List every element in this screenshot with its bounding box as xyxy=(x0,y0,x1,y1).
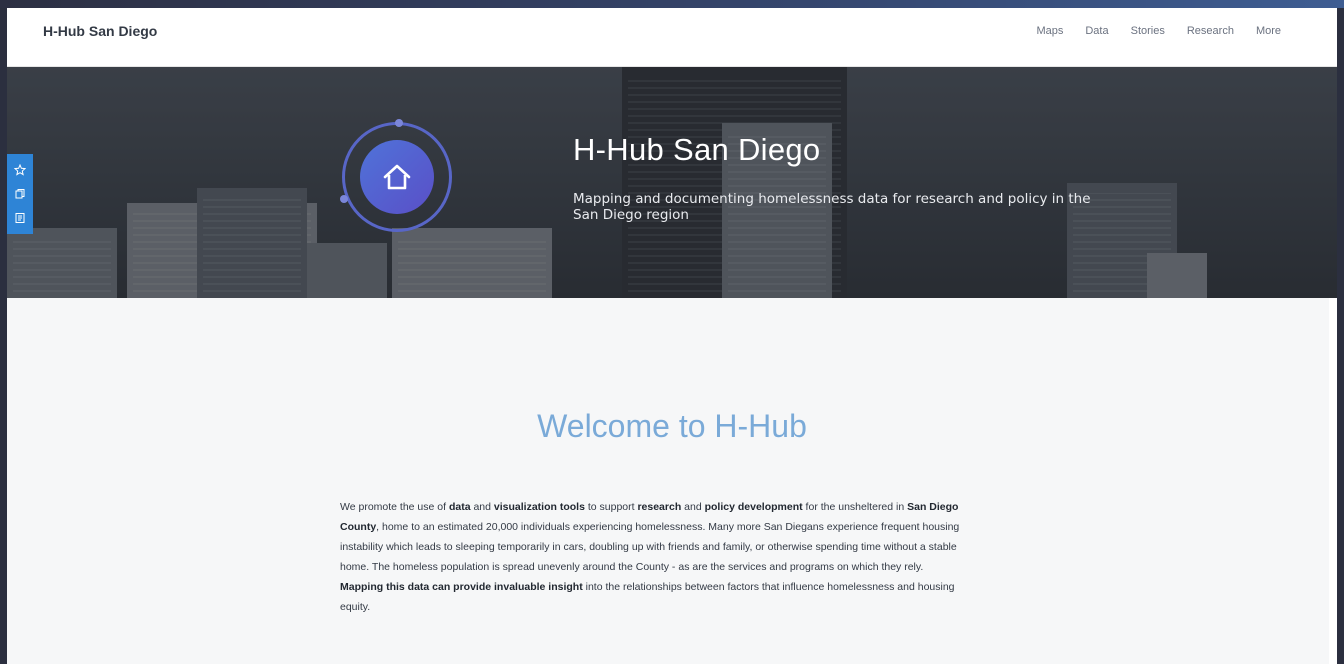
hero-subtitle: Mapping and documenting homelessness dat… xyxy=(573,191,1091,223)
nav-research[interactable]: Research xyxy=(1187,25,1234,37)
welcome-text: and xyxy=(470,501,494,513)
welcome-text: to support xyxy=(584,501,638,513)
welcome-text: , home to an estimated 20,000 individual… xyxy=(340,521,960,573)
hero-overlay xyxy=(7,67,1337,298)
logo-circle xyxy=(360,140,434,214)
navbar: H-Hub San Diego Maps Data Stories Resear… xyxy=(7,8,1337,67)
hero-title: H-Hub San Diego xyxy=(573,132,821,167)
nav-links: Maps Data Stories Research More xyxy=(1036,25,1281,37)
hero-banner: H-Hub San Diego Mapping and documenting … xyxy=(7,67,1337,298)
welcome-heading: Welcome to H-Hub xyxy=(537,408,807,444)
brand-logo-text[interactable]: H-Hub San Diego xyxy=(43,23,157,39)
welcome-emphasis: Mapping this data can provide invaluable… xyxy=(340,581,583,593)
copy-icon[interactable] xyxy=(13,187,27,201)
welcome-emphasis: data xyxy=(448,501,471,513)
logo-orbit-dot xyxy=(395,119,403,127)
hhub-logo xyxy=(340,119,452,232)
welcome-emphasis: visualization tools xyxy=(493,501,585,513)
welcome-text: for the unsheltered in xyxy=(802,501,908,513)
nav-data[interactable]: Data xyxy=(1085,25,1108,37)
star-icon[interactable] xyxy=(13,163,27,177)
welcome-emphasis: policy development xyxy=(704,501,803,513)
welcome-text: and xyxy=(681,501,705,513)
window-frame-top xyxy=(0,0,1344,8)
nav-maps[interactable]: Maps xyxy=(1036,25,1063,37)
document-icon[interactable] xyxy=(13,211,27,225)
nav-more[interactable]: More xyxy=(1256,25,1281,37)
home-icon xyxy=(383,164,411,190)
nav-stories[interactable]: Stories xyxy=(1131,25,1165,37)
logo-orbit-dot xyxy=(340,195,348,203)
welcome-emphasis: research xyxy=(637,501,682,513)
side-toolbar xyxy=(7,154,33,234)
welcome-text: We promote the use of xyxy=(340,501,449,513)
welcome-section: Welcome to H-Hub We promote the use of d… xyxy=(7,298,1329,664)
welcome-paragraph: We promote the use of data and visualiza… xyxy=(340,497,960,617)
page: H-Hub San Diego Maps Data Stories Resear… xyxy=(7,8,1337,664)
